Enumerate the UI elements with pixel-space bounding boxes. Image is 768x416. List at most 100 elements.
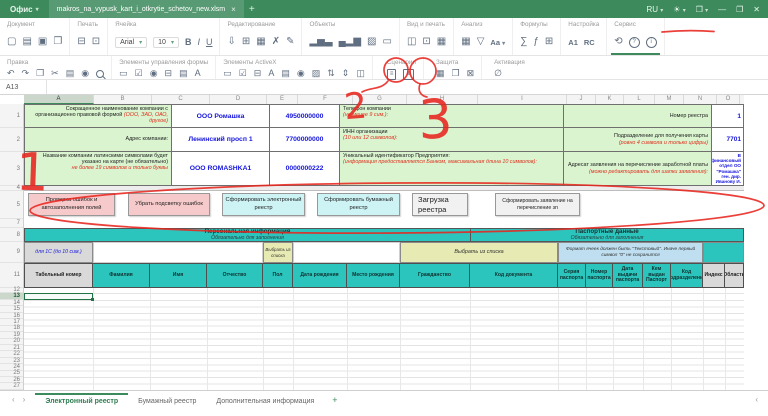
table-column-header[interactable]: Табельный номер — [24, 263, 93, 288]
column-header-C[interactable]: C — [152, 95, 210, 104]
action-button-3[interactable]: Сформировать электронный реестр — [222, 193, 305, 216]
print-area-icon[interactable]: ⊡ — [422, 37, 430, 47]
insert-cells-icon[interactable]: ⊞ — [242, 37, 250, 47]
row-header-5[interactable]: 5 — [0, 191, 23, 219]
company-address-value[interactable]: Ленинский просп 1 — [172, 128, 270, 152]
font-size-select[interactable]: 10▾ — [153, 37, 179, 48]
table-column-header[interactable]: Код документа — [470, 263, 558, 288]
ax-radio-icon[interactable]: ◉ — [297, 69, 305, 78]
company-address-label[interactable]: Адрес компании: — [24, 128, 172, 152]
column-header-H[interactable]: H — [407, 95, 478, 104]
fill-icon[interactable]: ⇩ — [227, 37, 235, 47]
column-header-I[interactable]: I — [478, 95, 567, 104]
ax-checkbox-icon[interactable]: ☑ — [239, 69, 247, 78]
a1-reference-button[interactable]: A1 — [568, 38, 578, 47]
form-label-icon[interactable]: A — [195, 69, 201, 78]
table-column-header[interactable]: Дата рождения — [293, 263, 347, 288]
column-header-N[interactable]: N — [684, 95, 717, 104]
about-icon[interactable]: i — [646, 37, 657, 48]
table-column-header[interactable]: Пол — [263, 263, 293, 288]
table-column-header[interactable]: Дата выдачи паспорта — [613, 263, 643, 288]
italic-button[interactable]: I — [197, 38, 200, 47]
column-header-M[interactable]: M — [655, 95, 684, 104]
bold-button[interactable]: B — [185, 38, 192, 47]
table-column-header[interactable]: Кем выдан Паспорт — [643, 263, 671, 288]
document-tab[interactable]: makros_na_vypusk_kart_i_otkrytie_schetov… — [49, 0, 244, 18]
column-header-B[interactable]: B — [94, 95, 152, 104]
table-column-header[interactable]: Имя — [150, 263, 207, 288]
function-icon[interactable]: ƒ — [533, 37, 539, 47]
card-division-value[interactable]: 7701 — [712, 128, 744, 152]
protect-workbook-icon[interactable]: ❐ — [451, 69, 459, 78]
form-combobox-icon[interactable]: ⊟ — [165, 69, 173, 78]
next-sheet-button[interactable]: › — [23, 395, 26, 404]
company-inn-value[interactable]: 7700000000 — [270, 128, 340, 152]
freeze-panes-icon[interactable]: ◫ — [407, 37, 416, 47]
table-column-header[interactable]: Гражданство — [400, 263, 470, 288]
ax-label-icon[interactable]: A — [268, 69, 274, 78]
sparkline-icon[interactable]: ▄▂▆ — [339, 37, 361, 47]
form-checkbox-icon[interactable]: ☑ — [135, 69, 143, 78]
row-header-8[interactable]: 8 — [0, 228, 23, 242]
cut-icon[interactable]: ✂ — [51, 69, 59, 78]
empty-teal-cell[interactable] — [703, 242, 744, 263]
column-header-J[interactable]: J — [567, 95, 596, 104]
activation-icon[interactable]: ∅ — [494, 69, 502, 78]
action-button-2[interactable]: Убрать подсветку ошибок — [128, 193, 210, 216]
close-tab-icon[interactable]: × — [231, 5, 236, 14]
ax-button-icon[interactable]: ▭ — [223, 69, 232, 78]
underline-button[interactable]: U — [206, 38, 213, 47]
font-name-select[interactable]: Arial▾ — [115, 37, 147, 48]
sheet-tab-3[interactable]: Дополнительная информация — [206, 393, 324, 409]
salary-addressee-label[interactable]: Адресат заявления на перечисление зарабо… — [564, 152, 712, 186]
copy-icon[interactable]: ❐ — [36, 69, 44, 78]
column-header-E[interactable]: E — [267, 95, 298, 104]
gender-pick-hint[interactable]: Выбрать из списка — [263, 242, 293, 263]
cell-reference-box[interactable]: A13 — [0, 80, 47, 94]
text-case-button[interactable]: Аа ▾ — [490, 38, 505, 47]
select-object-icon[interactable]: ◉ — [81, 69, 89, 78]
column-header-F[interactable]: F — [298, 95, 353, 104]
table-column-header[interactable]: Код подразделения — [671, 263, 703, 288]
layout-button[interactable]: ❒ ▾ — [696, 5, 708, 14]
row-header-11[interactable]: 11 — [0, 263, 23, 288]
action-button-5[interactable]: Загрузка реестра — [412, 193, 468, 216]
search-icon[interactable] — [96, 70, 104, 78]
row-header-1[interactable]: 1 — [0, 104, 23, 128]
calculation-icon[interactable]: ⊞ — [545, 37, 553, 47]
add-sheet-button[interactable]: + — [324, 393, 345, 405]
selected-cell-a13[interactable] — [24, 293, 93, 300]
column-header-K[interactable]: K — [596, 95, 624, 104]
company-phone-value[interactable]: 4950000000 — [270, 104, 340, 128]
print-preview-icon[interactable]: ⊡ — [92, 37, 100, 47]
print-icon[interactable]: ⊟ — [77, 37, 85, 47]
personal-info-section-header[interactable]: Персональная информация Обязательно для … — [24, 228, 470, 242]
image-icon[interactable]: ▨ — [367, 37, 376, 47]
macros-run-icon[interactable]: ≣ — [403, 69, 414, 80]
protect-sheet-icon[interactable]: ▦ — [436, 69, 445, 78]
table-column-header[interactable]: Индекс — [703, 263, 725, 288]
row-header-7[interactable]: 7 — [0, 219, 23, 228]
language-switcher[interactable]: RU ▾ — [646, 5, 663, 14]
clear-style-icon[interactable]: ✗ — [272, 37, 280, 47]
latin-name-value[interactable]: OOO ROMASHKA1 — [172, 152, 270, 186]
table-column-header[interactable]: Область — [725, 263, 744, 288]
open-file-icon[interactable]: ▤ — [22, 37, 31, 47]
for-1c-hint[interactable]: для 1С (до 10 сим.) — [24, 242, 93, 263]
row-header-3[interactable]: 3 — [0, 152, 23, 186]
row-header-9[interactable]: 9 — [0, 242, 23, 263]
chart-icon[interactable]: ▂▅▃ — [309, 37, 332, 47]
inn-label[interactable]: ИНН организации(10 или 12 символов): — [340, 128, 564, 152]
column-header-O[interactable]: O — [717, 95, 740, 104]
autosum-icon[interactable]: ∑ — [520, 37, 527, 47]
citizenship-pick-hint[interactable]: Выбрать из списка — [400, 242, 558, 263]
card-division-label[interactable]: Подразделение для получения карты(ровно … — [564, 128, 712, 152]
prev-sheet-button[interactable]: ‹ — [12, 395, 15, 404]
text-format-note[interactable]: Формат ячеек должен быть "Текстовый". Ин… — [558, 242, 703, 263]
ax-spin-icon[interactable]: ⇅ — [327, 69, 335, 78]
column-header-G[interactable]: G — [353, 95, 407, 104]
gridlines-icon[interactable]: ▦ — [437, 37, 446, 47]
enterprise-id-label[interactable]: Уникальный идентификатор Предприятия:(ин… — [340, 152, 564, 186]
new-document-icon[interactable]: ▢ — [7, 37, 16, 47]
formula-input[interactable] — [47, 80, 768, 94]
